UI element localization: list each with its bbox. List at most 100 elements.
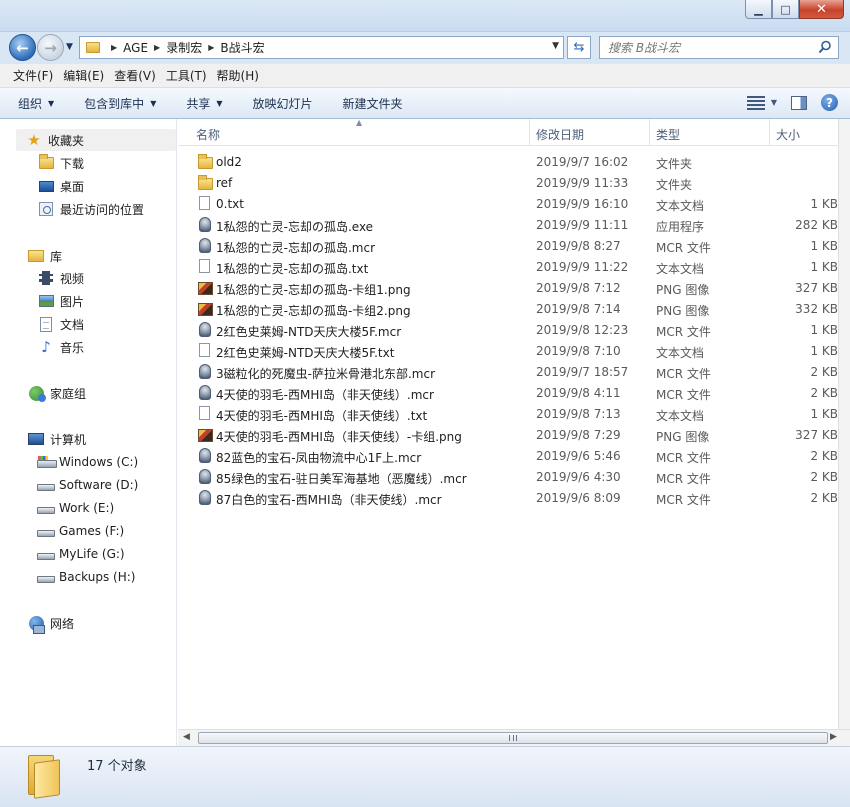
column-header-type[interactable]: 类型	[656, 126, 680, 143]
column-header-name[interactable]: 名称	[196, 126, 220, 143]
menu-help[interactable]: 帮助(H)	[212, 67, 264, 84]
file-row[interactable]: 4天使的羽毛-西MHI岛（非天使线）.mcr 2019/9/8 4:11 MCR 文…	[178, 383, 838, 404]
nav-homegroup[interactable]: 家庭组	[28, 383, 86, 403]
nav-documents[interactable]: 文档	[38, 314, 84, 334]
column-divider[interactable]	[649, 119, 650, 146]
menu-edit[interactable]: 编辑(E)	[58, 67, 109, 84]
file-size: 2 KB	[810, 470, 838, 484]
back-button[interactable]: ←	[9, 34, 36, 61]
file-date: 2019/9/8 4:11	[536, 386, 621, 400]
share-button[interactable]: 共享 ▼	[186, 95, 222, 112]
breadcrumb-macro[interactable]: 录制宏	[166, 39, 202, 56]
file-type: PNG 图像	[656, 430, 710, 444]
include-in-library-button[interactable]: 包含到库中 ▼	[84, 95, 156, 112]
breadcrumb-battle-macro[interactable]: B战斗宏	[220, 39, 264, 56]
file-row[interactable]: 82蓝色的宝石-凤由物流中心1F上.mcr 2019/9/6 5:46 MCR 文件…	[178, 446, 838, 467]
chevron-right-icon[interactable]: ▶	[154, 43, 160, 52]
close-button[interactable]: ✕	[799, 0, 844, 19]
chevron-right-icon[interactable]: ▶	[111, 43, 117, 52]
forward-button[interactable]: →	[37, 34, 64, 61]
column-divider[interactable]	[769, 119, 770, 146]
file-type: 文件夹	[656, 157, 693, 171]
recent-pages-dropdown[interactable]: ▼	[66, 42, 73, 52]
file-row[interactable]: 1私怨的亡灵-忘却の孤岛.mcr 2019/9/8 8:27 MCR 文件 1 KB	[178, 236, 838, 257]
preview-pane-icon[interactable]	[791, 95, 807, 110]
search-icon[interactable]	[818, 40, 832, 54]
scroll-left-arrow[interactable]: ◀	[183, 732, 190, 742]
nav-downloads[interactable]: 下载	[38, 153, 84, 173]
nav-videos[interactable]: 视频	[38, 268, 84, 288]
column-header-date[interactable]: 修改日期	[536, 126, 584, 143]
vertical-scrollbar[interactable]	[838, 119, 850, 729]
file-row[interactable]: 87白色的宝石-西MHI岛（非天使线）.mcr 2019/9/6 8:09 MCR …	[178, 488, 838, 509]
nav-pictures[interactable]: 图片	[38, 291, 84, 311]
file-row[interactable]: 1私怨的亡灵-忘却の孤岛.exe 2019/9/9 11:11 应用程序 282 KB	[178, 215, 838, 236]
nav-network[interactable]: 网络	[28, 613, 74, 634]
file-row[interactable]: 2红色史莱姆-NTD天庆大楼5F.mcr 2019/9/8 12:23 MCR 文件…	[178, 320, 838, 341]
nav-drive-d[interactable]: Software (D:)	[37, 475, 138, 495]
organize-button[interactable]: 组织 ▼	[18, 95, 54, 112]
nav-label: 文档	[60, 317, 85, 332]
file-type: PNG 图像	[656, 304, 710, 318]
horizontal-scrollbar[interactable]: ◀ ▶	[178, 729, 850, 746]
file-row[interactable]: 1私怨的亡灵-忘却の孤岛-卡组2.png 2019/9/8 7:14 PNG 图像 3…	[178, 299, 838, 320]
file-type: 文本文档	[656, 346, 705, 360]
nav-drive-c[interactable]: Windows (C:)	[37, 452, 138, 472]
text-file-icon	[198, 406, 212, 422]
file-name: 2红色史莱姆-NTD天庆大楼5F.mcr	[216, 325, 402, 339]
file-row[interactable]: 0.txt 2019/9/9 16:10 文本文档 1 KB	[178, 194, 838, 215]
window-controls: ▁ □ ✕	[745, 0, 844, 19]
search-box[interactable]	[599, 36, 839, 59]
file-type: 文件夹	[656, 178, 693, 192]
new-folder-button[interactable]: 新建文件夹	[343, 95, 403, 112]
file-row[interactable]: old2 2019/9/7 16:02 文件夹	[178, 152, 838, 173]
minimize-button[interactable]: ▁	[745, 0, 772, 19]
address-history-dropdown[interactable]: ▼	[552, 41, 559, 51]
nav-label: 收藏夹	[48, 133, 85, 148]
nav-music[interactable]: ♪ 音乐	[38, 337, 84, 357]
file-size: 327 KB	[795, 281, 838, 295]
search-input[interactable]	[608, 40, 808, 55]
arrow-right-icon: →	[44, 38, 57, 57]
scroll-right-arrow[interactable]: ▶	[830, 732, 837, 742]
nav-desktop[interactable]: 桌面	[38, 176, 84, 196]
refresh-button[interactable]: ⇆	[567, 36, 591, 59]
macro-file-icon	[198, 448, 212, 464]
nav-libraries[interactable]: 库	[28, 246, 62, 266]
nav-computer[interactable]: 计算机	[28, 429, 86, 449]
nav-drive-g[interactable]: MyLife (G:)	[37, 544, 125, 564]
column-header-size[interactable]: 大小	[776, 126, 800, 143]
help-icon[interactable]: ?	[821, 94, 838, 111]
file-date: 2019/9/8 7:10	[536, 344, 621, 358]
sort-ascending-icon: ▲	[356, 118, 363, 127]
file-row[interactable]: 1私怨的亡灵-忘却の孤岛.txt 2019/9/9 11:22 文本文档 1 KB	[178, 257, 838, 278]
file-date: 2019/9/6 8:09	[536, 491, 621, 505]
nav-drive-f[interactable]: Games (F:)	[37, 521, 124, 541]
file-date: 2019/9/6 4:30	[536, 470, 621, 484]
file-name: 0.txt	[216, 197, 244, 211]
file-row[interactable]: ref 2019/9/9 11:33 文件夹	[178, 173, 838, 194]
chevron-down-icon[interactable]: ▼	[771, 98, 777, 107]
menu-tools[interactable]: 工具(T)	[161, 67, 212, 84]
breadcrumb-age[interactable]: AGE	[123, 41, 148, 55]
file-type: MCR 文件	[656, 367, 711, 381]
file-row[interactable]: 1私怨的亡灵-忘却の孤岛-卡组1.png 2019/9/8 7:12 PNG 图像 3…	[178, 278, 838, 299]
column-divider[interactable]	[529, 119, 530, 146]
chevron-right-icon[interactable]: ▶	[208, 43, 214, 52]
file-row[interactable]: 4天使的羽毛-西MHI岛（非天使线）.txt 2019/9/8 7:13 文本文档 1…	[178, 404, 838, 425]
nav-recent-places[interactable]: 最近访问的位置	[38, 199, 144, 219]
file-row[interactable]: 3磁粒化的死魔虫-萨拉米骨港北东部.mcr 2019/9/7 18:57 MCR 文…	[178, 362, 838, 383]
nav-favorites[interactable]: ★ 收藏夹	[26, 130, 84, 150]
menu-view[interactable]: 查看(V)	[109, 67, 161, 84]
change-view-icon[interactable]	[746, 95, 765, 110]
horizontal-scroll-thumb[interactable]	[198, 732, 828, 744]
file-row[interactable]: 2红色史莱姆-NTD天庆大楼5F.txt 2019/9/8 7:10 文本文档 1 K…	[178, 341, 838, 362]
address-bar[interactable]: ▶ AGE ▶ 录制宏 ▶ B战斗宏 ▼	[79, 36, 564, 59]
maximize-button[interactable]: □	[772, 0, 799, 19]
menu-file[interactable]: 文件(F)	[8, 67, 58, 84]
file-row[interactable]: 85绿色的宝石-驻日美军海基地（恶魔线）.mcr 2019/9/6 4:30 MCR…	[178, 467, 838, 488]
file-row[interactable]: 4天使的羽毛-西MHI岛（非天使线）-卡组.png 2019/9/8 7:29 PN…	[178, 425, 838, 446]
nav-drive-e[interactable]: Work (E:)	[37, 498, 114, 518]
nav-drive-h[interactable]: Backups (H:)	[37, 567, 135, 587]
slideshow-button[interactable]: 放映幻灯片	[253, 95, 313, 112]
